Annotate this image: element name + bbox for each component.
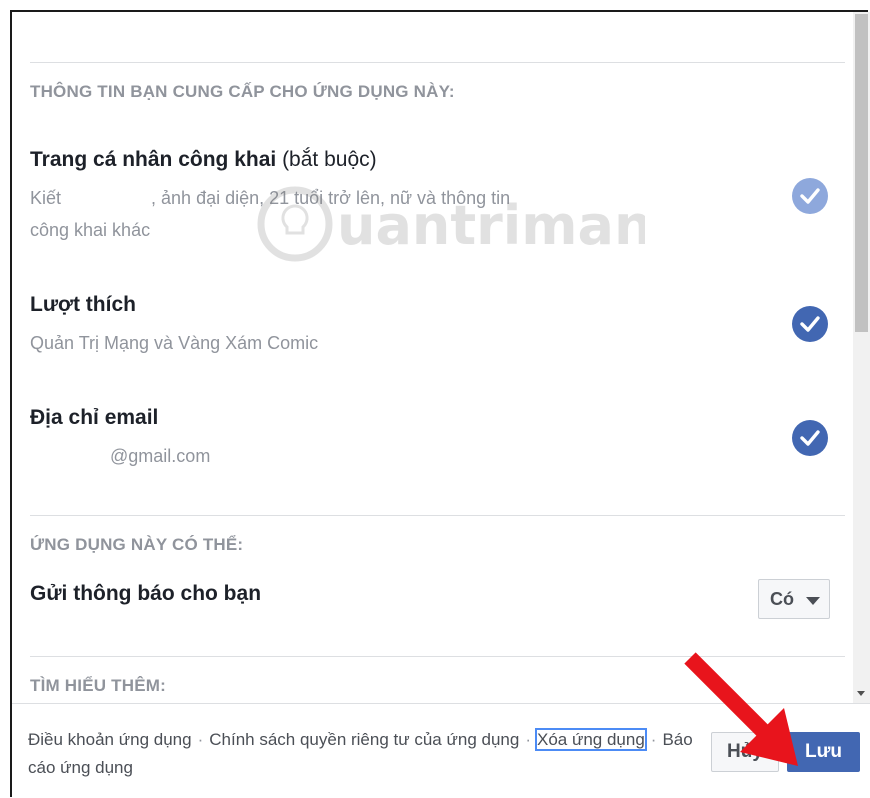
likes-title: Lượt thích (30, 293, 136, 316)
save-button[interactable]: Lưu (787, 732, 860, 772)
public-profile-detail-line1: Kiết , ảnh đại diện, 21 tuổi trở lên, nữ… (30, 188, 511, 208)
public-profile-required-label: (bắt buộc) (282, 148, 377, 171)
vertical-scrollbar[interactable] (853, 12, 870, 704)
likes-check-icon[interactable] (792, 306, 828, 342)
permissions-scroll-area[interactable]: THÔNG TIN BẠN CUNG CẤP CHO ỨNG DỤNG NÀY:… (12, 12, 855, 702)
top-divider (30, 62, 845, 63)
likes-detail: Quản Trị Mạng và Vàng Xám Comic (30, 333, 319, 353)
section-divider-2 (30, 656, 845, 657)
public-profile-detail-line2: công khai khác (30, 220, 151, 240)
scroll-down-arrow-icon[interactable] (857, 691, 865, 696)
notifications-select-value: Có (770, 589, 794, 609)
section-divider-1 (30, 515, 845, 516)
learn-more-heading: TÌM HIỂU THÊM: (30, 676, 166, 695)
provided-info-heading: THÔNG TIN BẠN CUNG CẤP CHO ỨNG DỤNG NÀY: (30, 82, 455, 101)
notifications-title: Gửi thông báo cho bạn (30, 582, 262, 605)
footer-link-remove-app[interactable]: Xóa ứng dụng (534, 728, 647, 751)
email-check-icon[interactable] (792, 420, 828, 456)
notifications-select[interactable]: Có (758, 579, 830, 619)
email-detail: @gmail.com (30, 446, 211, 466)
email-title: Địa chỉ email (30, 406, 159, 429)
footer-separator: · (525, 730, 531, 749)
footer-separator: · (650, 730, 657, 749)
footer-link-app-terms[interactable]: Điều khoản ứng dụng (28, 730, 192, 749)
public-profile-check-icon (792, 178, 828, 214)
footer-separator: · (197, 730, 204, 749)
footer-links: Điều khoản ứng dụng · Chính sách quyền riê… (28, 726, 708, 782)
cancel-button[interactable]: Hủy (711, 732, 779, 772)
footer-link-app-privacy[interactable]: Chính sách quyền riêng tư của ứng dụng (209, 730, 519, 749)
scrollbar-thumb[interactable] (855, 14, 868, 332)
app-can-heading: ỨNG DỤNG NÀY CÓ THỂ: (30, 535, 244, 554)
dialog-footer: Điều khoản ứng dụng · Chính sách quyền riê… (12, 703, 870, 798)
public-profile-title: Trang cá nhân công khai (bắt buộc) (30, 148, 377, 172)
chevron-down-icon (806, 597, 820, 605)
public-profile-title-text: Trang cá nhân công khai (30, 148, 277, 171)
